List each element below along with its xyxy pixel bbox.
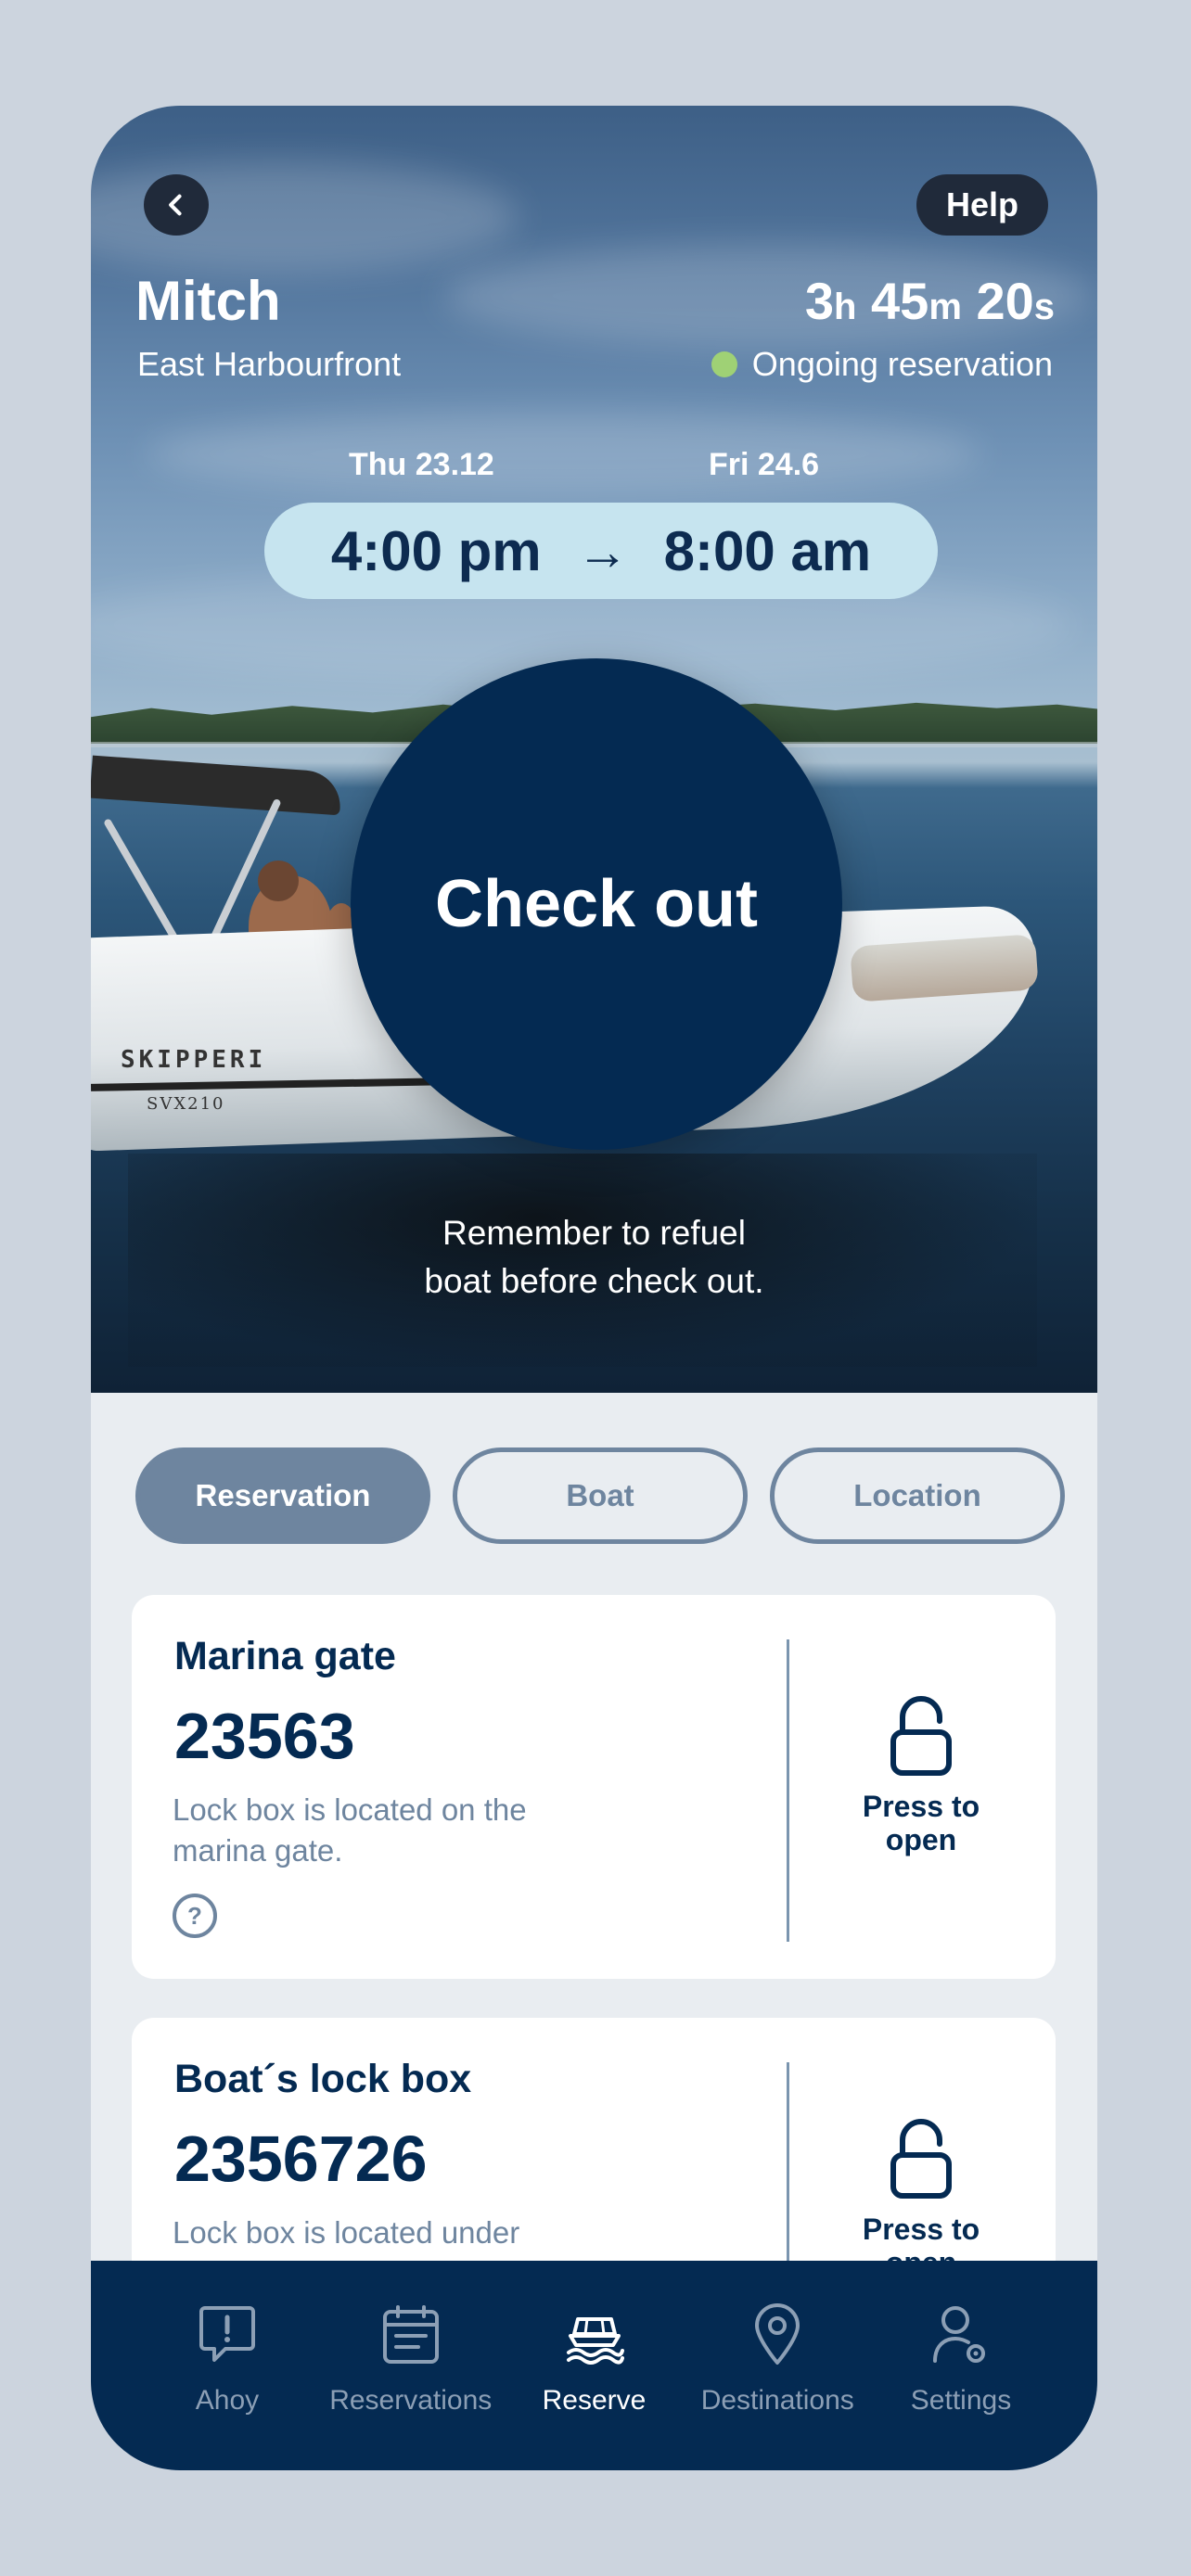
- open-lock-label: Press to open: [862, 1790, 980, 1856]
- marina-gate-card: Marina gate 23563 Lock box is located on…: [132, 1595, 1056, 1979]
- end-time: 8:00 am: [663, 519, 872, 582]
- tab-location[interactable]: Location: [770, 1447, 1065, 1544]
- boat-icon: [566, 2317, 624, 2365]
- card-title: Boat´s lock box: [174, 2057, 472, 2101]
- hero-image: SKIPPERI SVX210 Help Mitch East Harbourf…: [91, 106, 1097, 1393]
- boat-brand: SKIPPERI: [121, 1046, 267, 1074]
- segment-tabs: Reservation Boat Location: [135, 1447, 1065, 1544]
- divider: [787, 1639, 789, 1942]
- location-name: East Harbourfront: [137, 345, 402, 383]
- countdown-timer: 3h 45m 20s: [804, 272, 1055, 330]
- nav-item-reservations[interactable]: Reservations: [323, 2298, 499, 2470]
- reservation-status: Ongoing reservation: [711, 345, 1053, 384]
- card-description: Lock box is located under: [173, 2215, 520, 2250]
- map-pin-icon: [755, 2303, 800, 2365]
- boat-canopy: [91, 755, 343, 816]
- open-lock-button[interactable]: Press to open: [814, 2118, 1028, 2279]
- bottom-nav: Ahoy Reservations Reserve Destinations S…: [91, 2261, 1097, 2470]
- lock-code: 2356726: [174, 2123, 428, 2195]
- start-date: Thu 23.12: [349, 447, 494, 482]
- card-description: Lock box is located on the marina gate.: [173, 1792, 527, 1868]
- question-icon[interactable]: ?: [173, 1894, 217, 1938]
- status-label: Ongoing reservation: [751, 345, 1053, 383]
- nav-item-destinations[interactable]: Destinations: [689, 2298, 865, 2470]
- user-settings-icon: [933, 2306, 985, 2363]
- lock-code: 23563: [174, 1700, 355, 1772]
- time-range-pill: 4:00 pm → 8:00 am: [264, 503, 938, 599]
- alert-bubble-icon: [199, 2306, 255, 2362]
- user-name: Mitch: [135, 270, 281, 332]
- end-date: Fri 24.6: [709, 447, 820, 482]
- boat-model: SVX210: [147, 1094, 225, 1114]
- unlock-icon: [890, 1696, 952, 1776]
- nav-item-ahoy[interactable]: Ahoy: [139, 2298, 315, 2470]
- arrow-right-icon: →: [576, 521, 629, 580]
- phone-frame: SKIPPERI SVX210 Help Mitch East Harbourf…: [91, 106, 1097, 2470]
- back-button[interactable]: [144, 174, 209, 236]
- nav-item-reserve[interactable]: Reserve: [506, 2298, 683, 2470]
- calendar-icon: [382, 2305, 439, 2364]
- status-dot-icon: [711, 351, 737, 377]
- refuel-reminder: Remember to refuel boat before check out…: [424, 1214, 764, 1300]
- card-title: Marina gate: [174, 1634, 396, 1678]
- tab-boat[interactable]: Boat: [453, 1447, 748, 1544]
- open-lock-button[interactable]: Press to open: [814, 1695, 1028, 1856]
- help-button[interactable]: Help: [916, 174, 1048, 236]
- check-out-button[interactable]: Check out: [351, 658, 842, 1150]
- start-time: 4:00 pm: [330, 519, 542, 582]
- unlock-icon: [890, 2119, 952, 2199]
- nav-item-settings[interactable]: Settings: [873, 2298, 1049, 2470]
- tab-reservation[interactable]: Reservation: [135, 1447, 430, 1544]
- chevron-left-icon: [169, 194, 182, 216]
